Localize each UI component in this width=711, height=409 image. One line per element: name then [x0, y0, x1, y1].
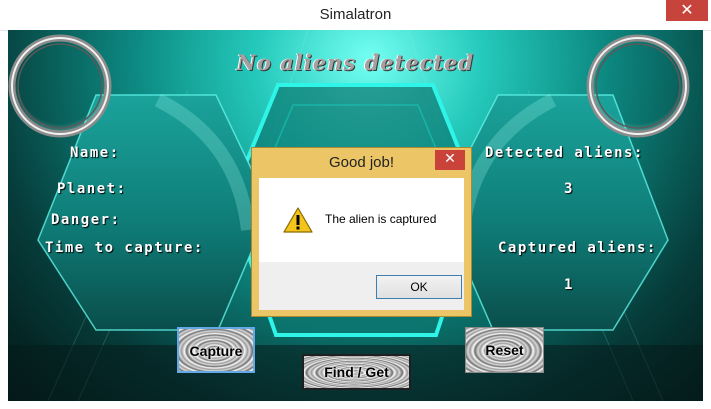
capture-button-label: Capture [189, 343, 243, 359]
reset-button[interactable]: Reset [465, 327, 544, 373]
dialog-close-button[interactable]: ✕ [435, 150, 465, 170]
planet-label: Planet: [57, 181, 127, 197]
detection-status-heading: No aliens detected [236, 50, 475, 75]
danger-label: Danger: [51, 212, 121, 228]
dialog-message: The alien is captured [325, 212, 437, 226]
window-title: Simalatron [319, 6, 392, 23]
find-get-button-label: Find / Get [324, 364, 389, 380]
time-to-capture-label: Time to capture: [45, 240, 204, 256]
find-get-button[interactable]: Find / Get [302, 354, 411, 390]
window-titlebar[interactable]: Simalatron ✕ [0, 0, 711, 31]
warning-icon [283, 207, 313, 233]
name-label: Name: [70, 145, 120, 161]
captured-aliens-label: Captured aliens: [498, 240, 657, 256]
dialog-body: The alien is captured OK [259, 178, 464, 310]
window-close-button[interactable]: ✕ [666, 0, 708, 21]
capture-button[interactable]: Capture [177, 327, 255, 373]
captured-aliens-count: 1 [564, 277, 574, 293]
reset-button-label: Reset [485, 342, 524, 358]
detected-aliens-count: 3 [564, 181, 574, 197]
ok-button[interactable]: OK [376, 275, 462, 299]
detected-aliens-label: Detected aliens: [485, 145, 644, 161]
message-dialog: Good job! ✕ The alien is captured OK [251, 147, 472, 317]
